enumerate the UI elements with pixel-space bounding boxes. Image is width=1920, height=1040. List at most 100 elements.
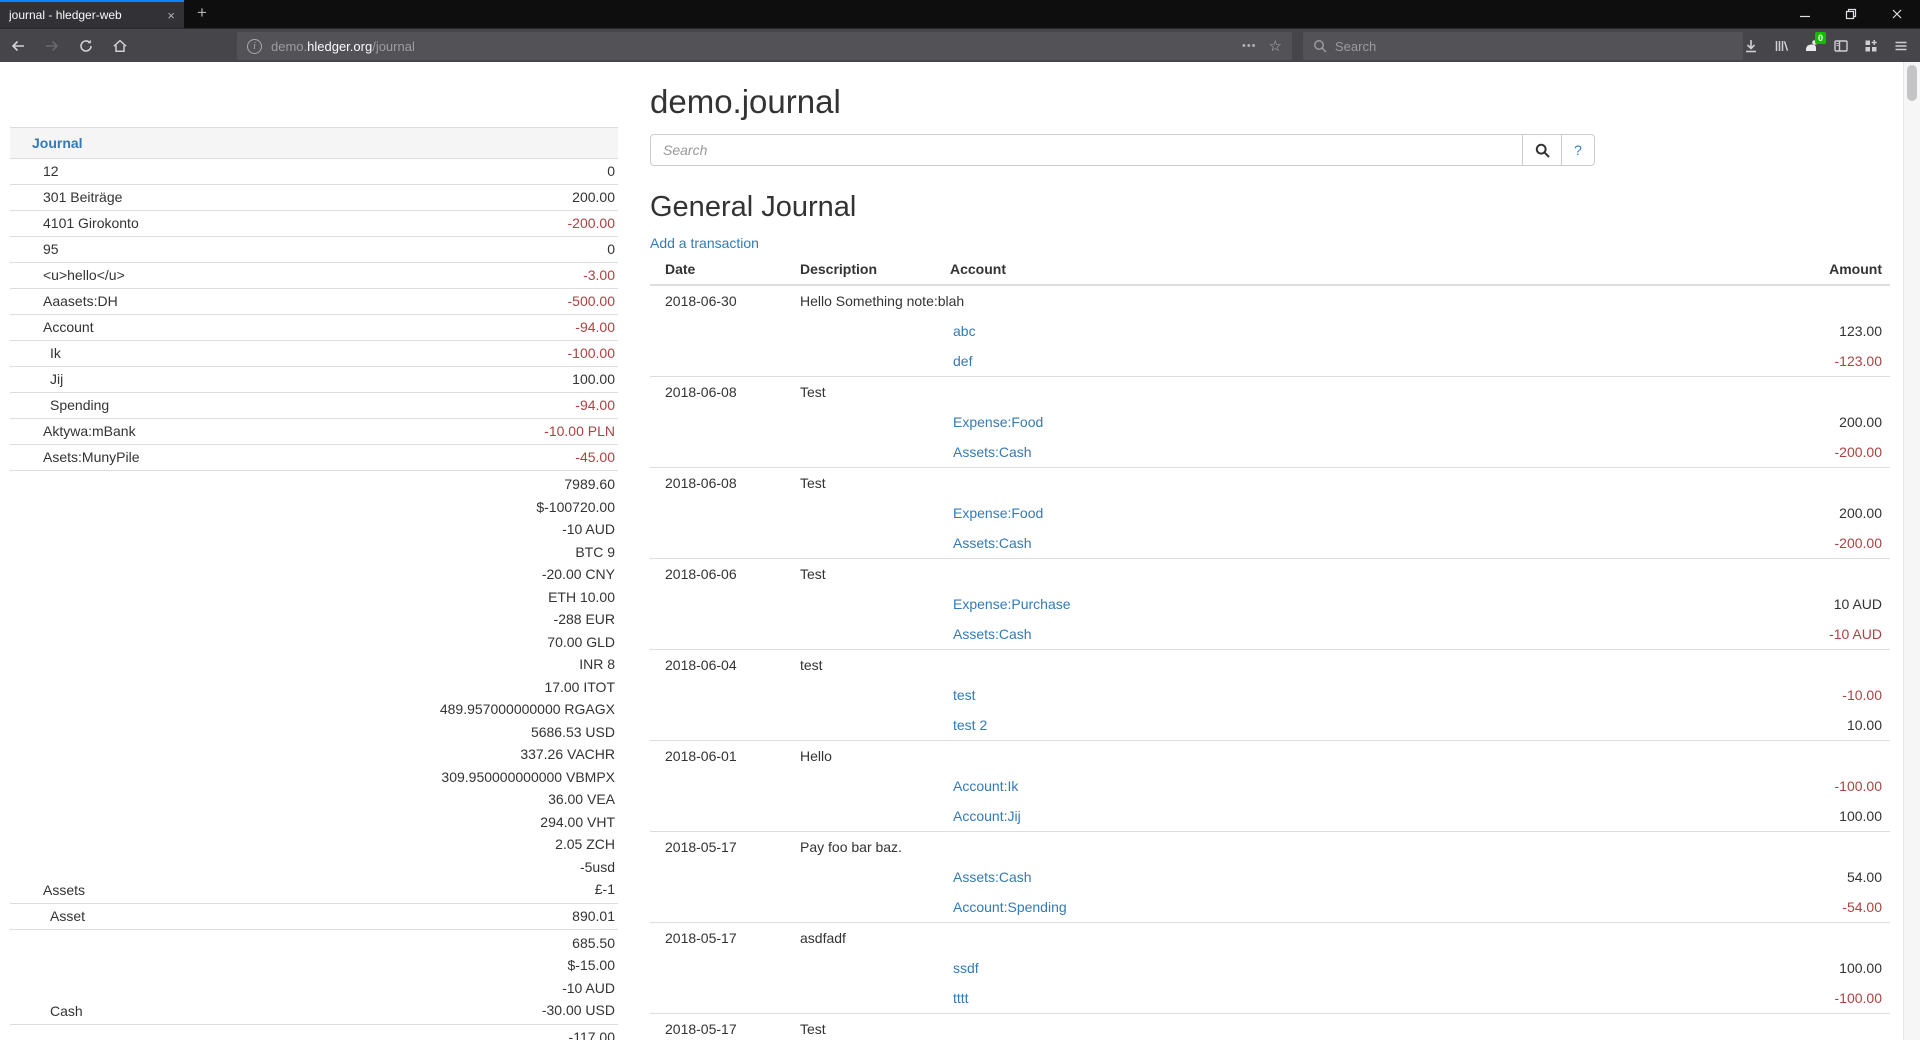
forward-button[interactable]: [38, 33, 66, 59]
posting-account-link[interactable]: ssdf: [953, 953, 979, 983]
sidebar-account-balance: 0: [59, 239, 615, 260]
posting-account-link[interactable]: Account:Spending: [953, 892, 1067, 922]
back-button[interactable]: [4, 33, 32, 59]
downloads-icon[interactable]: [1736, 33, 1766, 59]
posting-account-link[interactable]: Account:Ik: [953, 771, 1018, 801]
posting-account-link[interactable]: Assets:Cash: [953, 862, 1032, 892]
page-actions-icon[interactable]: •••: [1242, 40, 1257, 52]
posting-account-link[interactable]: Assets:Cash: [953, 619, 1032, 649]
sidebar-account-link[interactable]: Asets:MunyPile: [10, 447, 139, 468]
menu-hamburger-icon[interactable]: [1886, 33, 1916, 59]
posting-row: abc123.00: [650, 316, 1890, 346]
sidebar-account-link[interactable]: Aaasets:DH: [10, 291, 118, 312]
sidebar-account-link[interactable]: Assets: [10, 880, 85, 901]
tab-close-icon[interactable]: ×: [167, 8, 175, 23]
sidebar-account-row: Aktywa:mBank -10.00 PLN: [10, 418, 618, 444]
posting-account-link[interactable]: Assets:Cash: [953, 528, 1032, 558]
journal-search-button[interactable]: [1522, 134, 1562, 166]
grid-add-icon[interactable]: [1856, 33, 1886, 59]
transaction-row[interactable]: 2018-06-04 test test-10.00test 210.00: [650, 649, 1890, 740]
extension-pelican-icon[interactable]: 0: [1796, 33, 1826, 59]
window-restore-button[interactable]: [1828, 0, 1874, 28]
posting-account-link[interactable]: test: [953, 680, 976, 710]
url-text: demo.hledger.org/journal: [271, 39, 1242, 54]
search-help-button[interactable]: ?: [1561, 134, 1595, 166]
transaction-title-line: 2018-06-01 Hello: [650, 741, 1890, 771]
posting-amount: -200.00: [1835, 528, 1882, 558]
posting-account-link[interactable]: test 2: [953, 710, 987, 740]
transaction-row[interactable]: 2018-06-01 Hello Account:Ik -100.00 Accoun…: [650, 740, 1890, 831]
transaction-description: Pay foo bar baz.: [800, 832, 902, 862]
transaction-row[interactable]: 2018-05-17 asdfadf ssdf100.00tttt-100.00: [650, 922, 1890, 1013]
posting-row: test -10.00: [650, 680, 1890, 710]
reload-button[interactable]: [72, 33, 100, 59]
search-icon: [1535, 143, 1550, 158]
posting-amount: -10.00: [1842, 680, 1882, 710]
transaction-description: test: [800, 650, 823, 680]
sidebar-account-row: Asets:MunyPile -45.00: [10, 444, 618, 470]
posting-amount: 10 AUD: [1834, 589, 1882, 619]
window-minimize-button[interactable]: [1782, 0, 1828, 28]
url-bar[interactable]: i demo.hledger.org/journal ••• ☆: [237, 32, 1292, 60]
sidebar-account-link[interactable]: Spending: [10, 395, 109, 416]
posting-account-link[interactable]: abc: [953, 316, 976, 346]
posting-account-link[interactable]: Expense:Food: [953, 498, 1043, 528]
browser-search-bar[interactable]: Search: [1303, 32, 1743, 60]
sidebar-accounts: 12 0 301 Beiträge 200.00 4101 Girokonto …: [10, 158, 618, 1040]
window-controls: [1782, 0, 1920, 28]
transaction-date: 2018-06-08: [665, 377, 737, 407]
sidebar-account-balance: -100.00: [61, 343, 615, 364]
posting-row: Account:Spending-54.00: [650, 892, 1890, 922]
transaction-row[interactable]: 2018-06-06 Test Expense:Purchase10 AUDAs…: [650, 558, 1890, 649]
journal-search-input[interactable]: [650, 134, 1523, 166]
home-button[interactable]: [106, 33, 134, 59]
sidebar-account-link[interactable]: 301 Beiträge: [10, 187, 122, 208]
library-icon[interactable]: [1766, 33, 1796, 59]
scrollbar-thumb[interactable]: [1907, 65, 1917, 101]
transaction-row[interactable]: 2018-05-17 Pay foo bar baz. Assets:Cash5…: [650, 831, 1890, 922]
transaction-row[interactable]: 2018-05-17 Test: [650, 1013, 1890, 1040]
sidebar-account-link[interactable]: 95: [10, 239, 59, 260]
transaction-date: 2018-06-30: [665, 286, 737, 316]
posting-row: Expense:Food200.00: [650, 498, 1890, 528]
sidebar-account-link[interactable]: <u>hello</u>: [10, 265, 125, 286]
sidebar-account-link[interactable]: Asset: [10, 906, 85, 927]
add-transaction-link[interactable]: Add a transaction: [650, 233, 759, 253]
sidebar-account-link[interactable]: 12: [10, 161, 59, 182]
transaction-row[interactable]: 2018-06-08 Test Expense:Food200.00Assets…: [650, 376, 1890, 467]
sidebar-account-row: -117.00: [10, 1024, 618, 1040]
posting-amount: -123.00: [1835, 346, 1882, 376]
sidebar-toggle-icon[interactable]: [1826, 33, 1856, 59]
sidebar-account-link[interactable]: 4101 Girokonto: [10, 213, 139, 234]
posting-account-link[interactable]: Expense:Food: [953, 407, 1043, 437]
posting-amount: -100.00: [1835, 771, 1882, 801]
sidebar-account-link[interactable]: Ik: [10, 343, 61, 364]
transaction-row[interactable]: 2018-06-08 Test Expense:Food200.00Assets…: [650, 467, 1890, 558]
transaction-row[interactable]: 2018-06-30 Hello Something note:blah abc…: [650, 285, 1890, 376]
window-close-button[interactable]: [1874, 0, 1920, 28]
new-tab-button[interactable]: +: [188, 0, 216, 28]
posting-account-link[interactable]: tttt: [953, 983, 969, 1013]
sidebar-account-link[interactable]: Jij: [10, 369, 63, 390]
page-content: Journal 12 0 301 Beiträge 200.00 4101 Gi…: [0, 62, 1920, 1040]
sidebar-account-link[interactable]: Cash: [10, 1001, 83, 1022]
sidebar-account-row: Aaasets:DH -500.00: [10, 288, 618, 314]
vertical-scrollbar[interactable]: [1903, 62, 1920, 1040]
site-info-icon[interactable]: i: [247, 39, 262, 54]
sidebar-account-balance: 685.50$-15.00-10 AUD-30.00 USD: [83, 932, 615, 1022]
posting-account-link[interactable]: Account:Jij: [953, 801, 1021, 831]
sidebar-account-link[interactable]: Account: [10, 317, 94, 338]
sidebar-account-link[interactable]: Aktywa:mBank: [10, 421, 136, 442]
posting-account-link[interactable]: Expense:Purchase: [953, 589, 1071, 619]
bookmark-star-icon[interactable]: ☆: [1269, 37, 1282, 55]
posting-account-link[interactable]: def: [953, 346, 972, 376]
browser-tab-journal[interactable]: journal - hledger-web ×: [0, 0, 184, 28]
sidebar-journal-link[interactable]: Journal: [32, 135, 83, 151]
page-title: demo.journal: [650, 82, 1890, 122]
sidebar-account-row: Cash 685.50$-15.00-10 AUD-30.00 USD: [10, 929, 618, 1024]
posting-account-link[interactable]: Assets:Cash: [953, 437, 1032, 467]
main-column: demo.journal ? General Journal Add a tra…: [650, 62, 1890, 1040]
transaction-description: asdfadf: [800, 923, 846, 953]
header-description: Description: [800, 258, 877, 280]
posting-row: tttt-100.00: [650, 983, 1890, 1013]
